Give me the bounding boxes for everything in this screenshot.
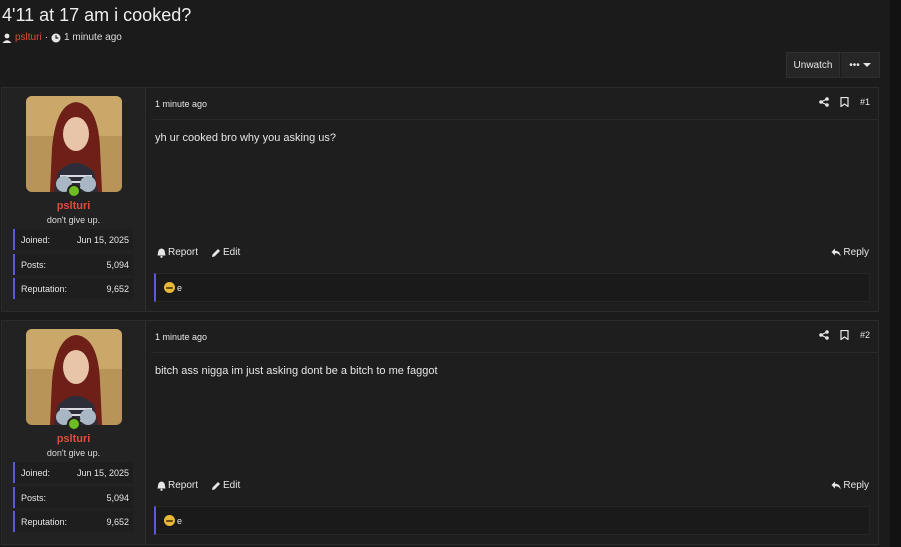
thread-time: 1 minute ago [64,32,122,43]
username-link[interactable]: pslturi [2,200,145,212]
avatar[interactable] [26,329,122,425]
stat-label: Reputation: [21,516,68,527]
share-icon[interactable] [819,97,829,107]
edit-label: Edit [223,247,241,258]
thread-meta: pslturi · 1 minute ago [2,32,122,43]
report-button[interactable]: Report [157,480,198,491]
edit-button[interactable]: Edit [211,247,240,258]
unwatch-button[interactable]: Unwatch [786,52,840,78]
emoji-icon [164,282,175,293]
divider [151,119,878,120]
user-title: don't give up. [46,448,101,458]
stat-label: Reputation: [21,283,68,294]
report-label: Report [168,480,199,491]
more-dots: ••• [849,59,860,71]
edit-label: Edit [223,480,241,491]
stat-value: 5,094 [106,492,129,503]
scrollbar-track[interactable] [890,0,901,547]
stat-label: Joined: [21,467,51,478]
stat-value: Jun 15, 2025 [76,234,129,245]
reply-button[interactable]: Reply [831,480,869,491]
post-footer-actions: Report Edit [157,247,240,258]
pencil-icon [212,248,221,257]
stat-posts: Posts: 5,094 [13,487,133,508]
post-header-actions: #2 [819,330,870,340]
stat-posts: Posts: 5,094 [13,254,133,275]
thread-header-buttons: Unwatch ••• [786,52,880,78]
post-header-actions: #1 [819,97,870,107]
meta-separator: · [44,32,49,43]
post-date[interactable]: 1 minute ago [155,99,207,109]
stat-value: 5,094 [106,259,129,270]
reaction-text: e [177,282,183,293]
stat-label: Joined: [21,234,51,245]
reaction-text: e [177,515,183,526]
post: pslturi don't give up. Joined: Jun 15, 2… [1,87,879,312]
edit-button[interactable]: Edit [211,480,240,491]
bookmark-icon[interactable] [840,97,849,107]
reply-icon [831,481,841,490]
stat-value: Jun 15, 2025 [76,467,129,478]
chevron-down-icon [862,63,871,67]
post-number-link[interactable]: #1 [860,97,870,107]
user-title: don't give up. [46,215,101,225]
reply-label: Reply [843,480,869,491]
post: pslturi don't give up. Joined: Jun 15, 2… [1,320,879,545]
thread-title: 4'11 at 17 am i cooked? [2,5,192,25]
stat-value: 9,652 [106,516,129,527]
stat-reputation: Reputation: 9,652 [13,278,133,299]
stat-reputation: Reputation: 9,652 [13,511,133,532]
divider [151,352,878,353]
reply-button[interactable]: Reply [831,247,869,258]
stat-value: 9,652 [106,283,129,294]
stat-label: Posts: [21,492,47,503]
reaction-bar[interactable]: e [154,273,870,302]
avatar[interactable] [26,96,122,192]
stat-label: Posts: [21,259,47,270]
post-body-text: bitch ass nigga im just asking dont be a… [155,365,438,377]
emoji-icon [164,515,175,526]
stat-joined: Joined: Jun 15, 2025 [13,462,133,483]
post-body-text: yh ur cooked bro why you asking us? [155,132,336,144]
post-footer-actions: Report Edit [157,480,240,491]
username-link[interactable]: pslturi [2,433,145,445]
online-status-indicator [67,417,81,431]
report-button[interactable]: Report [157,247,198,258]
share-icon[interactable] [819,330,829,340]
more-options-button[interactable]: ••• [840,52,880,78]
reply-icon [831,248,841,257]
reaction-bar[interactable]: e [154,506,870,535]
stat-joined: Joined: Jun 15, 2025 [13,229,133,250]
bookmark-icon[interactable] [840,330,849,340]
bell-icon [157,248,166,258]
user-sidebar: pslturi don't give up. Joined: Jun 15, 2… [2,321,146,544]
user-sidebar: pslturi don't give up. Joined: Jun 15, 2… [2,88,146,311]
bell-icon [157,481,166,491]
report-label: Report [168,247,199,258]
thread-author-link[interactable]: pslturi [15,32,42,43]
online-status-indicator [67,184,81,198]
clock-icon [51,33,61,42]
post-number-link[interactable]: #2 [860,330,870,340]
pencil-icon [212,481,221,490]
post-date[interactable]: 1 minute ago [155,332,207,342]
reply-label: Reply [843,247,869,258]
user-icon [2,33,12,43]
